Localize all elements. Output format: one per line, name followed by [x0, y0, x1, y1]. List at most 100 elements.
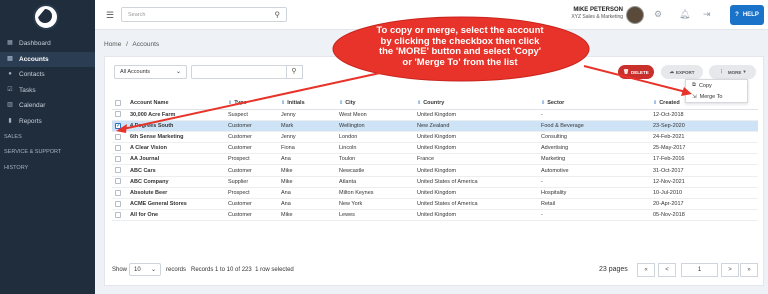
cell-created: 23-Sep-2020	[650, 120, 758, 132]
column-header-initials[interactable]: ⇕ Initials	[278, 97, 336, 110]
cell-type: Prospect	[225, 187, 278, 200]
table-row[interactable]: ACME General Stores Customer Ana New York Un…	[112, 198, 758, 211]
column-header-account-name[interactable]: Account Name	[127, 97, 225, 110]
cell-account-name[interactable]: 4 Degrees South	[127, 120, 225, 132]
cell-country: United Kingdom	[414, 142, 538, 155]
cell-account-name[interactable]: ABC Cars	[127, 164, 225, 177]
more-label: MORE	[727, 69, 742, 75]
cell-sector: -	[538, 176, 650, 188]
cell-account-name[interactable]: All for One	[127, 209, 225, 222]
sidebar-section-sales[interactable]: SALES	[0, 129, 95, 145]
select-all-header[interactable]	[112, 97, 127, 110]
select-all-checkbox[interactable]	[115, 99, 121, 106]
column-header-country[interactable]: ⇕ Country	[414, 97, 538, 110]
cell-account-name[interactable]: Absolute Beer	[127, 187, 225, 200]
first-page-button[interactable]: «	[637, 263, 655, 277]
more-button[interactable]: ⋮ MORE ▾	[709, 65, 756, 79]
row-select-cell[interactable]	[112, 176, 127, 188]
settings-icon[interactable]: ⚙	[654, 9, 662, 20]
table-row[interactable]: A Clear Vision Customer Fiona Lincoln United…	[112, 142, 758, 155]
cell-account-name[interactable]: ABC Company	[127, 176, 225, 188]
cell-created: 10-Jul-2010	[650, 187, 758, 200]
last-page-button[interactable]: »	[740, 263, 758, 277]
row-select-cell[interactable]	[112, 198, 127, 211]
row-checkbox[interactable]	[115, 189, 121, 196]
table-footer: Show 10 ⌄ records Records 1 to 10 of 223 …	[112, 263, 758, 279]
export-button[interactable]: ☁ EXPORT	[661, 65, 703, 79]
row-select-cell[interactable]: ✓	[112, 120, 127, 132]
page-number-input[interactable]: 1	[681, 263, 718, 277]
cell-account-name[interactable]: A Clear Vision	[127, 142, 225, 155]
row-select-cell[interactable]	[112, 109, 127, 121]
avatar[interactable]	[626, 6, 644, 24]
column-label: Account Name	[130, 99, 169, 106]
filter-search-input[interactable]	[191, 65, 287, 79]
table-row[interactable]: ABC Company Supplier Mike Atlanta United Sta…	[112, 176, 758, 188]
sidebar-item-accounts[interactable]: ▤ Accounts	[0, 51, 95, 67]
table-row[interactable]: Absolute Beer Prospect Ana Milton Keynes Uni…	[112, 187, 758, 200]
app-logo[interactable]	[33, 4, 59, 30]
row-select-cell[interactable]	[112, 142, 127, 155]
cell-account-name[interactable]: 6th Sense Marketing	[127, 131, 225, 144]
row-select-cell[interactable]	[112, 131, 127, 144]
sidebar-item-tasks[interactable]: ☑ Tasks	[0, 83, 95, 99]
sidebar-section-service-support[interactable]: SERVICE & SUPPORT	[0, 145, 95, 161]
column-header-city[interactable]: ⇕ City	[336, 97, 414, 110]
hamburger-menu-icon[interactable]: ☰	[106, 10, 114, 21]
row-checkbox[interactable]	[115, 200, 121, 207]
user-info[interactable]: MIKE PETERSON XYZ Sales & Marketing	[571, 7, 623, 20]
page-size-select[interactable]: 10 ⌄	[129, 263, 161, 276]
search-input[interactable]: Search ⚲	[121, 7, 287, 22]
row-checkbox[interactable]	[115, 178, 121, 185]
table-row[interactable]: 6th Sense Marketing Customer Jenny London Un…	[112, 131, 758, 144]
records-range: Records 1 to 10 of 223	[191, 267, 252, 273]
cell-sector: Hospitality	[538, 187, 650, 200]
row-checkbox[interactable]	[115, 167, 121, 174]
table-row[interactable]: ABC Cars Customer Mike Newcastle United King…	[112, 164, 758, 177]
table-row[interactable]: AA Journal Prospect Ana Toulon France Marketi…	[112, 153, 758, 166]
prev-page-button[interactable]: <	[658, 263, 676, 277]
row-select-cell[interactable]	[112, 153, 127, 166]
sidebar-item-contacts[interactable]: ● Contacts	[0, 67, 95, 83]
bell-icon[interactable]: 🔔︎	[679, 9, 690, 20]
cell-account-name[interactable]: AA Journal	[127, 153, 225, 166]
next-page-button[interactable]: >	[721, 263, 739, 277]
row-checkbox[interactable]	[115, 156, 121, 163]
row-select-cell[interactable]	[112, 164, 127, 177]
row-checkbox[interactable]	[115, 144, 121, 151]
sidebar-item-reports[interactable]: ▮ Reports	[0, 114, 95, 130]
cell-initials: Mike	[278, 176, 336, 188]
account-filter-select[interactable]: All Accounts ⌄	[114, 65, 187, 79]
filter-search-button[interactable]: ⚲	[286, 65, 303, 79]
row-checkbox[interactable]: ✓	[115, 122, 121, 129]
help-button[interactable]: ? HELP	[730, 5, 764, 25]
cell-sector: -	[538, 109, 650, 121]
column-label: Sector	[547, 99, 565, 106]
building-icon: ▤	[7, 55, 13, 62]
cell-type: Customer	[225, 131, 278, 144]
delete-button[interactable]: 🗑︎ DELETE	[618, 65, 654, 79]
callout-line: or 'Merge To' from the list	[402, 56, 518, 68]
cell-account-name[interactable]: 30,000 Acre Farm	[127, 109, 225, 121]
cell-city: Wellington	[336, 120, 414, 132]
search-icon[interactable]: ⚲	[275, 10, 281, 19]
logout-icon[interactable]: ⇥	[703, 9, 711, 20]
menu-item-copy[interactable]: ⧉ Copy	[686, 80, 747, 91]
sidebar-item-dashboard[interactable]: ▦ Dashboard	[0, 36, 95, 52]
breadcrumb-home[interactable]: Home	[104, 41, 121, 48]
sidebar-section-history[interactable]: HISTORY	[0, 160, 95, 176]
table-row[interactable]: All for One Customer Mike Lewes United Kingd…	[112, 209, 758, 222]
table-row[interactable]: 30,000 Acre Farm Suspect Jenny West Meon Uni…	[112, 109, 758, 121]
cell-account-name[interactable]: ACME General Stores	[127, 198, 225, 211]
row-checkbox[interactable]	[115, 133, 121, 140]
table-row[interactable]: ✓ 4 Degrees South Customer Mark Wellington Ne…	[112, 120, 758, 132]
column-header-type[interactable]: ⇕ Type	[225, 97, 278, 110]
row-select-cell[interactable]	[112, 209, 127, 222]
row-checkbox[interactable]	[115, 212, 121, 219]
row-select-cell[interactable]	[112, 187, 127, 200]
row-checkbox[interactable]	[115, 111, 121, 118]
column-header-sector[interactable]: ⇕ Sector	[538, 97, 650, 110]
cell-sector: -	[538, 209, 650, 222]
sidebar-item-calendar[interactable]: ▥ Calendar	[0, 98, 95, 114]
column-header-created[interactable]: ⇕ Created	[650, 97, 758, 110]
